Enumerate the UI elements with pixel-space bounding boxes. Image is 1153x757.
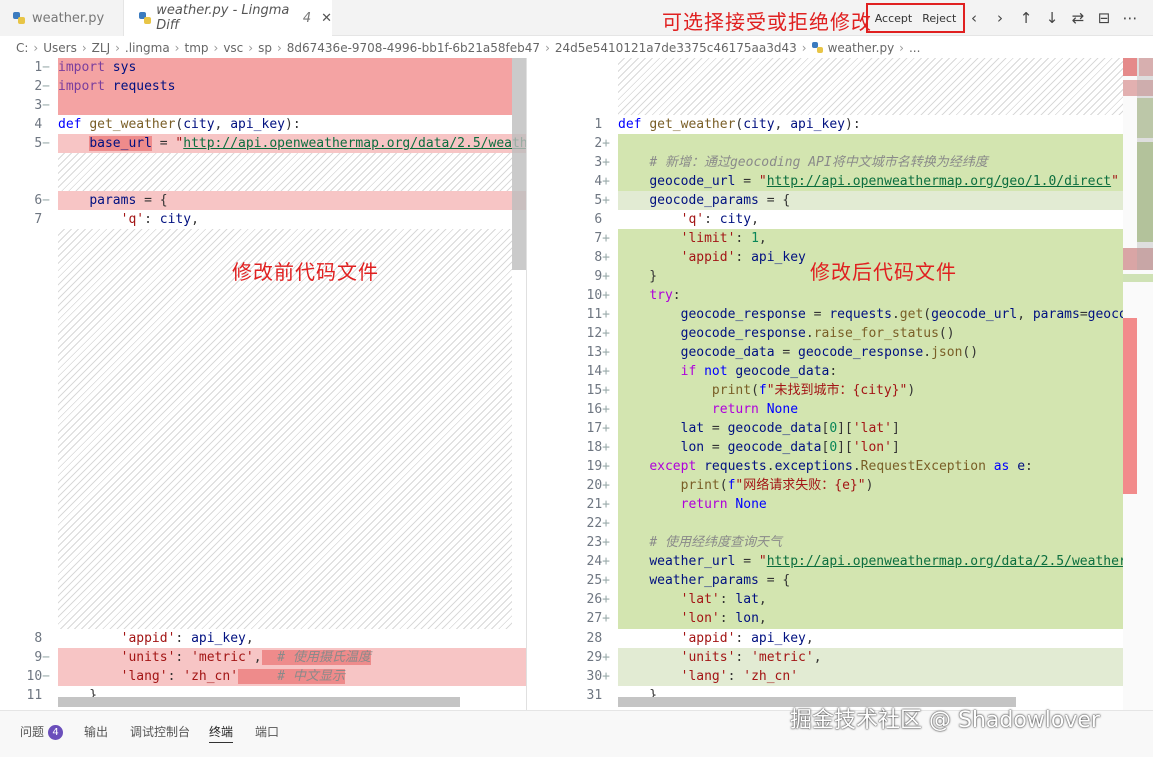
panel-tab-debug-console[interactable]: 调试控制台: [130, 721, 190, 743]
code-line: 2− import requests: [34, 79, 176, 94]
code-line: 11+ geocode_response = requests.get(geoc…: [586, 307, 1123, 322]
code-line: 25+ weather_params = {: [586, 573, 791, 588]
code-line: 18+ lon = geocode_data[0]['lon']: [586, 440, 900, 455]
python-file-icon: [811, 42, 824, 54]
diff-filler: [618, 58, 1123, 115]
python-file-icon: [138, 11, 152, 25]
code-line: 3−: [34, 98, 50, 113]
breadcrumb-item[interactable]: C:: [16, 41, 28, 55]
code-line: 10+ try:: [586, 288, 681, 303]
vertical-scrollbar[interactable]: [512, 58, 526, 270]
more-icon[interactable]: ⋯: [1120, 8, 1140, 28]
accept-button[interactable]: Accept: [875, 12, 913, 25]
diff-filler: [58, 229, 512, 629]
code-line: 3+ # 新增：通过geocoding API将中文城市名转换为经纬度: [594, 155, 988, 170]
editor-tab-bar: weather.py weather.py - Lingma Diff 4 ✕ …: [0, 0, 1153, 36]
code-line: 5− base_url = "http://api.openweathermap…: [34, 136, 527, 151]
code-line: 7+ 'limit': 1,: [594, 231, 767, 246]
code-line: 24+ weather_url = "http://api.openweathe…: [586, 554, 1123, 569]
code-line: 28 'appid': api_key,: [586, 631, 814, 646]
arrow-up-icon[interactable]: ↑: [1016, 8, 1036, 28]
panel-tab-terminal[interactable]: 终端: [209, 721, 234, 743]
code-line: 2+: [594, 136, 610, 151]
code-line: 4 def get_weather(city, api_key):: [34, 117, 301, 132]
breadcrumb-item[interactable]: ...: [909, 41, 920, 55]
minimap[interactable]: [1123, 58, 1153, 710]
tab-lingma-diff[interactable]: weather.py - Lingma Diff 4 ✕: [124, 0, 332, 36]
code-line: 17+ lat = geocode_data[0]['lat']: [586, 421, 900, 436]
code-line: 6− params = {: [34, 193, 168, 208]
panel-tab-output[interactable]: 输出: [84, 721, 108, 743]
diff-filler: [58, 153, 512, 191]
code-line: 30+ 'lang': 'zh_cn': [586, 669, 799, 684]
swap-icon[interactable]: ⇄: [1068, 8, 1088, 28]
panel-tab-problems[interactable]: 问题 4: [20, 721, 64, 743]
breadcrumb-item[interactable]: 24d5e5410121a7de3375c46175aa3d43: [555, 41, 797, 55]
code-line: 7 'q': city,: [34, 212, 199, 227]
original-code-editor[interactable]: 1− import sys 2− import requests 3− 4 de…: [0, 58, 527, 710]
arrow-down-icon[interactable]: ↓: [1042, 8, 1062, 28]
breadcrumb-item[interactable]: Users: [43, 41, 77, 55]
python-file-icon: [12, 11, 26, 25]
horizontal-scrollbar[interactable]: [58, 697, 460, 707]
annotation-modified-file: 修改后代码文件: [810, 260, 957, 284]
problems-count-badge: 4: [48, 725, 64, 740]
diff-actions-highlight: Accept Reject: [866, 3, 965, 33]
breadcrumb-item[interactable]: vsc: [223, 41, 243, 55]
modified-code-editor[interactable]: 1 def get_weather(city, api_key): 2+ 3+ …: [560, 58, 1123, 710]
tab-label: weather.py: [32, 10, 105, 26]
breadcrumb: C: › Users › ZLJ › .lingma › tmp › vsc › sp › 8…: [0, 37, 1153, 59]
chevron-left-icon[interactable]: ‹: [964, 8, 984, 28]
code-line: 1 def get_weather(city, api_key):: [594, 117, 861, 132]
code-line: 6 'q': city,: [594, 212, 759, 227]
reject-button[interactable]: Reject: [922, 12, 956, 25]
code-line: 23+ # 使用经纬度查询天气: [586, 535, 782, 550]
code-line: 16+ return None: [586, 402, 799, 417]
breadcrumb-item[interactable]: .lingma: [125, 41, 170, 55]
breadcrumb-item[interactable]: 8d67436e-9708-4996-bb1f-6b21a58feb47: [287, 41, 540, 55]
tab-weather-py[interactable]: weather.py: [0, 0, 124, 36]
code-line: 8 'appid': api_key,: [34, 631, 254, 646]
watermark: 掘金技术社区 @ Shadowlover: [790, 708, 1100, 733]
code-line: 27+ 'lon': lon,: [586, 611, 767, 626]
code-line: 26+ 'lat': lat,: [586, 592, 767, 607]
code-line: 22+: [586, 516, 610, 531]
annotation-accept-reject: 可选择接受或拒绝修改: [662, 10, 872, 34]
split-editor-icon[interactable]: ⊟: [1094, 8, 1114, 28]
code-line: 21+ return None: [586, 497, 767, 512]
breadcrumb-item[interactable]: ZLJ: [92, 41, 110, 55]
code-line: 9− 'units': 'metric', # 使用摄氏温度: [34, 650, 371, 665]
breadcrumb-item[interactable]: tmp: [184, 41, 208, 55]
tab-label: weather.py - Lingma Diff: [156, 3, 290, 33]
code-line: 19+ except requests.exceptions.RequestEx…: [586, 459, 1033, 474]
code-line: 10− 'lang': 'zh_cn' # 中文显示: [26, 669, 345, 684]
tab-change-count: 4: [302, 10, 312, 26]
chevron-right-icon[interactable]: ›: [990, 8, 1010, 28]
code-line: 4+ geocode_url = "http://api.openweather…: [594, 174, 1119, 189]
code-line: 12+ geocode_response.raise_for_status(): [586, 326, 955, 341]
code-line: 14+ if not geocode_data:: [586, 364, 838, 379]
breadcrumb-item[interactable]: weather.py: [828, 41, 895, 55]
breadcrumb-item[interactable]: sp: [258, 41, 272, 55]
code-line: 29+ 'units': 'metric',: [586, 650, 822, 665]
panel-tab-ports[interactable]: 端口: [255, 721, 279, 743]
annotation-original-file: 修改前代码文件: [232, 260, 379, 284]
code-line: 13+ geocode_data = geocode_response.json…: [586, 345, 979, 360]
code-line: 1− import sys: [34, 60, 137, 75]
code-line: 20+ print(f"网络请求失败：{e}"): [586, 478, 874, 493]
code-line: 15+ print(f"未找到城市：{city}"): [586, 383, 916, 398]
code-line: 5+ geocode_params = {: [594, 193, 791, 208]
close-icon[interactable]: ✕: [321, 11, 332, 26]
